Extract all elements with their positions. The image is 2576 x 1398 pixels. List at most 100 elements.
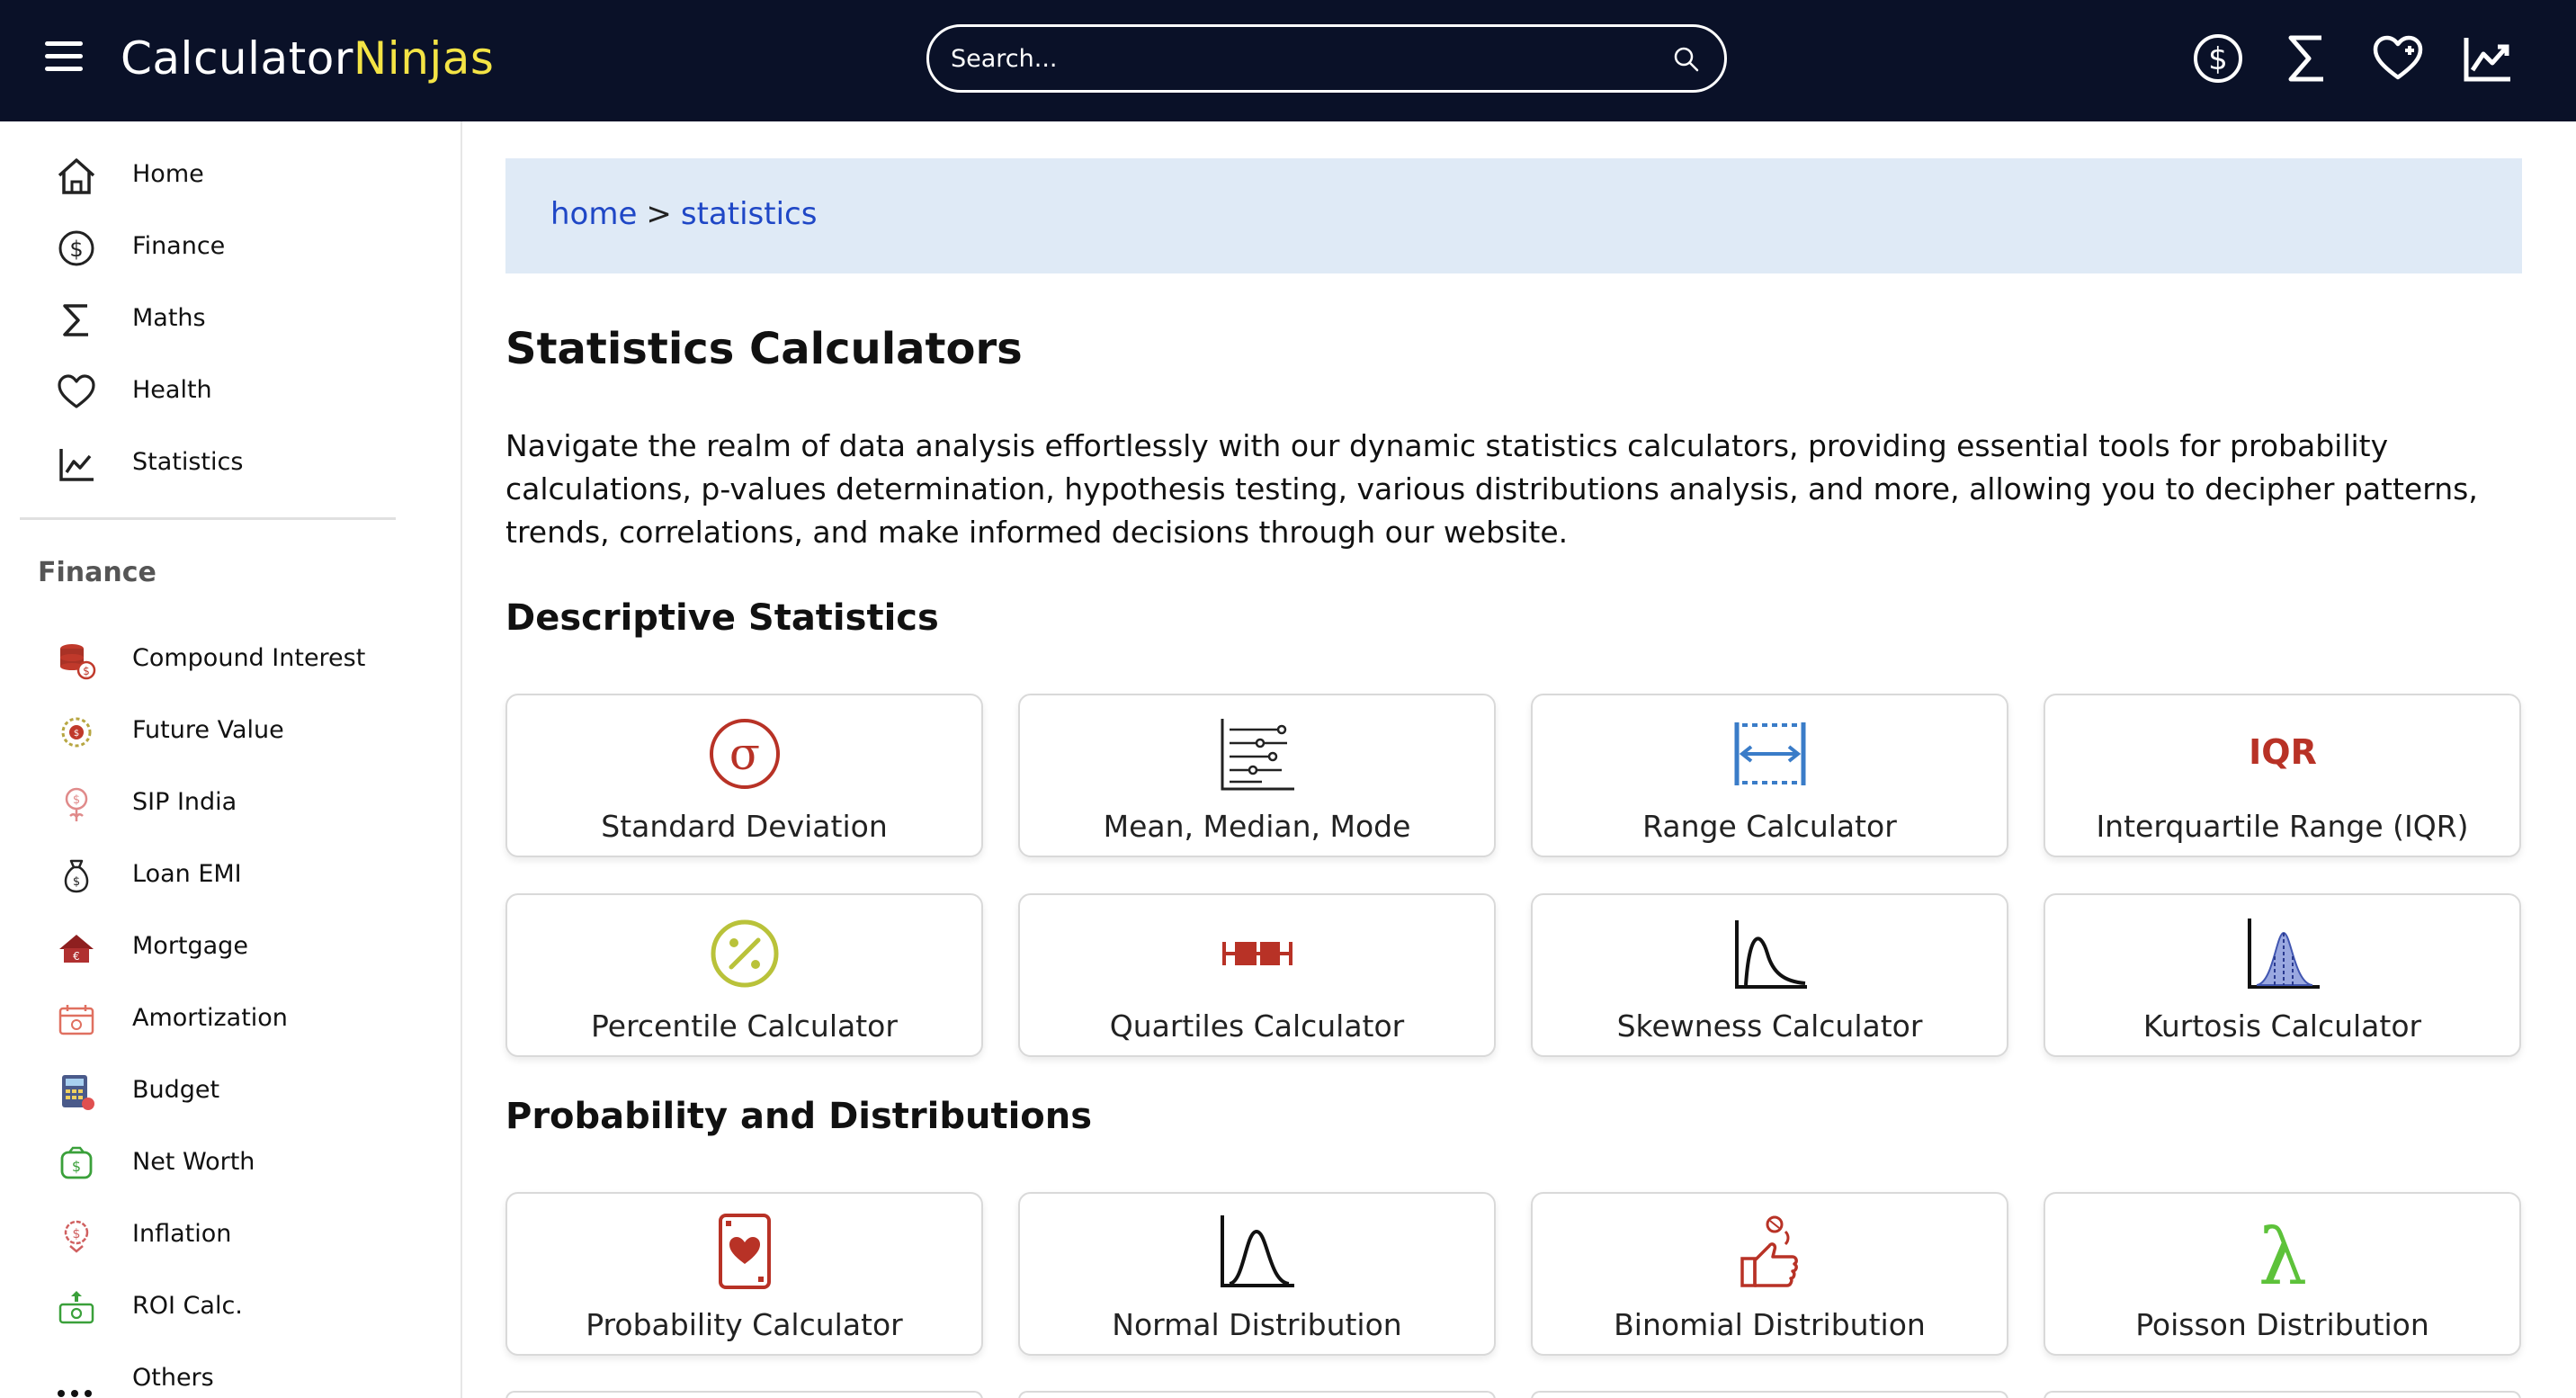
card-partial[interactable] [2044,1391,2521,1398]
sidebar-item-others[interactable]: Others [56,1352,434,1398]
sidebar-section-heading: Finance [38,557,157,588]
card-normal-distribution[interactable]: Normal Distribution [1018,1192,1496,1356]
future-value-icon: $ [61,717,92,748]
search-input[interactable] [951,38,1634,79]
sidebar-item-health[interactable]: Health [56,364,434,418]
card-standard-deviation[interactable]: σ Standard Deviation [505,694,983,857]
svg-text:$: $ [69,237,83,262]
section-title-probability: Probability and Distributions [505,1096,1093,1137]
card-range-calculator[interactable]: Range Calculator [1531,694,2008,857]
card-kurtosis-calculator[interactable]: Kurtosis Calculator [2044,893,2521,1057]
sidebar-item-label: Amortization [132,1004,288,1032]
site-logo[interactable]: CalculatorNinjas [121,27,494,90]
sidebar-item-mortgage[interactable]: € Mortgage [56,920,434,974]
sidebar-item-roi-calc[interactable]: ROI Calc. [56,1280,434,1334]
inflation-icon: $ [64,1220,89,1253]
card-partial[interactable] [1018,1391,1496,1398]
sidebar-item-statistics[interactable]: Statistics [56,436,434,490]
sidebar-item-label: Finance [132,232,226,260]
sidebar-item-finance[interactable]: $ Finance [56,220,434,274]
sidebar-item-label: Others [132,1364,214,1392]
card-label: Percentile Calculator [591,1008,898,1044]
sip-icon: $ [65,787,88,821]
sidebar-item-budget[interactable]: Budget [56,1064,434,1118]
sidebar-item-sip-india[interactable]: $ SIP India [56,776,434,830]
sigma-circle-icon: σ [709,719,780,789]
chart-line-icon[interactable] [2462,32,2514,85]
roi-icon [58,1291,94,1324]
sidebar-item-amortization[interactable]: Amortization [56,992,434,1046]
kurtosis-curve-icon [2247,919,2320,989]
chart-line-icon [59,449,94,481]
dollar-icon[interactable]: $ [2192,32,2244,85]
sidebar-item-loan-emi[interactable]: $ Loan EMI [56,848,434,902]
svg-text:λ: λ [2258,1213,2307,1293]
sidebar-item-label: Mortgage [132,932,248,960]
page-title: Statistics Calculators [505,324,1023,374]
lambda-icon: λ [2258,1213,2307,1293]
breadcrumb-current-link[interactable]: statistics [681,196,818,232]
sidebar-item-label: SIP India [132,788,237,816]
card-poisson-distribution[interactable]: λ Poisson Distribution [2044,1192,2521,1356]
heart-icon[interactable] [2372,32,2424,85]
sidebar-item-label: Loan EMI [132,860,242,888]
card-probability-calculator[interactable]: Probability Calculator [505,1192,983,1356]
sidebar-item-home[interactable]: Home [56,148,434,202]
calculator-icon [62,1075,94,1110]
sidebar-item-label: Health [132,376,212,404]
playing-card-icon [718,1214,771,1289]
sidebar-divider [20,517,396,520]
card-label: Poisson Distribution [2135,1307,2429,1342]
card-label: Probability Calculator [586,1307,903,1342]
sidebar: Home $ Finance Maths Health Statistics F… [0,121,462,1398]
search-icon[interactable] [1672,45,1701,74]
card-partial[interactable] [505,1391,983,1398]
breadcrumb-trail: home > statistics [550,196,817,232]
card-label: Standard Deviation [601,809,888,844]
sidebar-item-label: Maths [132,304,206,332]
sidebar-item-inflation[interactable]: $ Inflation [56,1208,434,1262]
dollar-icon: $ [58,230,94,266]
card-percentile-calculator[interactable]: Percentile Calculator [505,893,983,1057]
svg-text:$: $ [72,1158,81,1175]
svg-text:$: $ [74,729,79,739]
card-quartiles-calculator[interactable]: Quartiles Calculator [1018,893,1496,1057]
logo-text-primary: Calculator [121,32,353,85]
svg-text:$: $ [73,1227,81,1241]
sidebar-item-label: Budget [132,1076,220,1104]
breadcrumb-home-link[interactable]: home [550,196,637,232]
sidebar-item-future-value[interactable]: $ Future Value [56,704,434,758]
card-label: Mean, Median, Mode [1103,809,1411,844]
card-label: Normal Distribution [1112,1307,1402,1342]
card-partial[interactable] [1531,1391,2008,1398]
percent-circle-icon [711,919,778,988]
sigma-icon[interactable] [2282,32,2334,85]
svg-text:$: $ [73,793,80,807]
section-title-descriptive: Descriptive Statistics [505,597,939,639]
sidebar-item-label: Net Worth [132,1148,255,1176]
svg-text:$: $ [83,665,90,677]
card-label: Interquartile Range (IQR) [2096,809,2469,844]
bell-curve-icon [1220,1215,1294,1287]
page-intro: Navigate the realm of data analysis effo… [505,428,2478,550]
boxplot-icon [1221,942,1292,965]
card-binomial-distribution[interactable]: Binomial Distribution [1531,1192,2008,1356]
sidebar-item-label: Inflation [132,1220,232,1248]
money-bag-icon: $ [64,859,89,893]
card-label: Range Calculator [1642,809,1897,844]
svg-text:$: $ [73,875,80,889]
sidebar-item-compound-interest[interactable]: $ Compound Interest [56,632,434,686]
menu-icon[interactable] [45,41,83,72]
home-icon [58,158,95,194]
card-interquartile-range[interactable]: IQR Interquartile Range (IQR) [2044,694,2521,857]
sidebar-item-label: ROI Calc. [132,1292,243,1320]
breadcrumb: home > statistics [505,158,2522,273]
coins-icon: $ [60,644,96,680]
svg-text:σ: σ [729,728,759,780]
sidebar-item-maths[interactable]: Maths [56,292,434,346]
card-mean-median-mode[interactable]: Mean, Median, Mode [1018,694,1496,857]
card-skewness-calculator[interactable]: Skewness Calculator [1531,893,2008,1057]
calendar-money-icon [58,1005,94,1035]
skewness-curve-icon [1734,920,1807,989]
sidebar-item-net-worth[interactable]: $ Net Worth [56,1136,434,1190]
